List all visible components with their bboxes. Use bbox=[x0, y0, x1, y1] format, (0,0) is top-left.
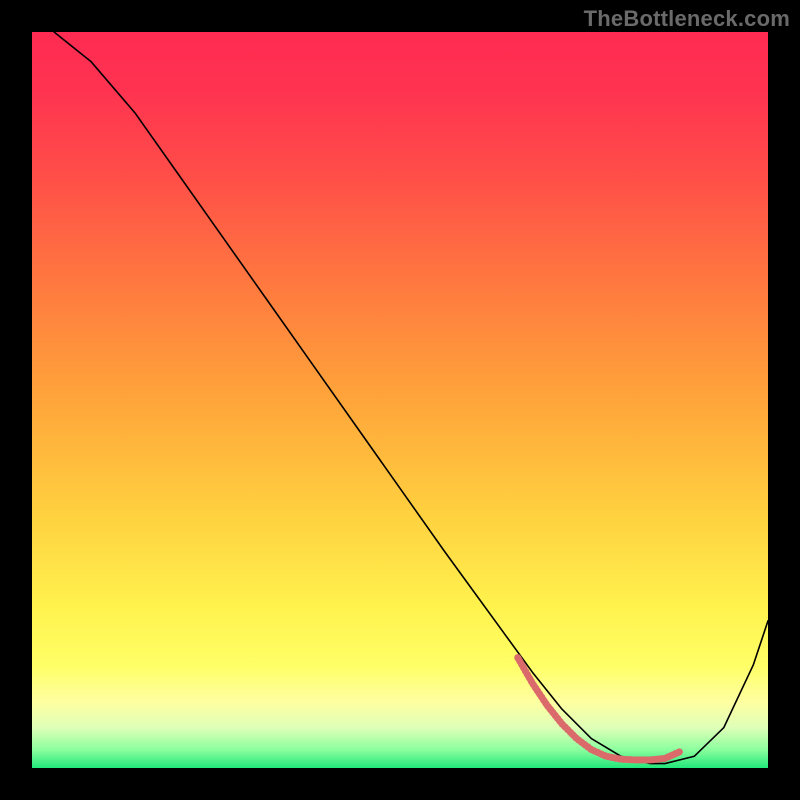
plot-area bbox=[32, 32, 768, 768]
watermark-text: TheBottleneck.com bbox=[584, 6, 790, 32]
chart-layer bbox=[32, 32, 768, 768]
optimal-band-marker bbox=[518, 658, 680, 760]
chart-stage: TheBottleneck.com bbox=[0, 0, 800, 800]
bottleneck-curve bbox=[54, 32, 768, 764]
